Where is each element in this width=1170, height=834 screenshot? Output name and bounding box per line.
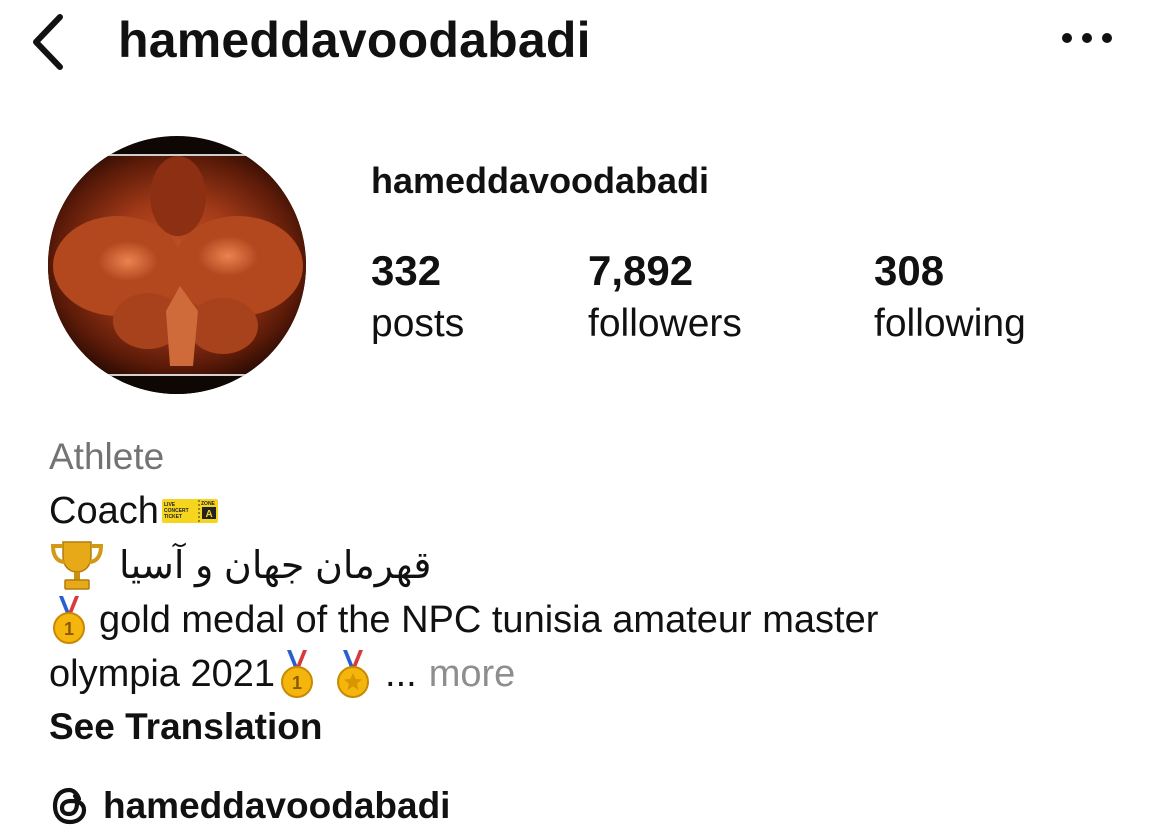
see-translation-button[interactable]: See Translation — [49, 700, 323, 754]
svg-text:1: 1 — [64, 619, 74, 639]
profile-category: Athlete — [49, 436, 165, 477]
posts-stat[interactable]: 332 posts — [371, 246, 464, 352]
ellipsis-icon — [1062, 33, 1112, 43]
following-label: following — [874, 302, 1026, 345]
threads-link[interactable]: hameddavoodabadi — [49, 778, 450, 834]
svg-text:1: 1 — [292, 673, 302, 693]
svg-text:A: A — [205, 509, 212, 520]
following-count: 308 — [874, 247, 945, 294]
followers-label: followers — [588, 302, 742, 345]
bio-line-champion: قهرمان جهان و آسیا — [49, 538, 431, 592]
bio-coach-text: Coach — [49, 490, 159, 532]
followers-stat[interactable]: 7,892 followers — [588, 246, 742, 352]
posts-count: 332 — [371, 247, 442, 294]
following-stat[interactable]: 308 following — [874, 246, 1026, 352]
threads-handle: hameddavoodabadi — [103, 785, 451, 826]
more-options-button[interactable] — [1058, 18, 1116, 58]
bio-champion-text: قهرمان جهان و آسیا — [119, 544, 432, 587]
chevron-left-icon — [33, 14, 63, 70]
bio-gold-medal-text: gold medal of the NPC tunisia amateur ma… — [99, 598, 879, 641]
bio-line-olympia: olympia 2021 1 ... more — [49, 646, 515, 702]
sports-medal-icon — [337, 650, 370, 698]
concert-ticket-icon: LIVE CONCERT TICKET ZONE A — [161, 499, 218, 523]
posts-label: posts — [371, 302, 465, 345]
bio-line-coach: Coach LIVE CONCERT TICKET ZONE A — [49, 488, 219, 534]
svg-text:ZONE: ZONE — [201, 501, 216, 507]
back-button[interactable] — [24, 10, 72, 74]
threads-icon — [52, 787, 87, 825]
profile-avatar[interactable] — [48, 136, 306, 394]
svg-text:TICKET: TICKET — [164, 514, 182, 520]
followers-count: 7,892 — [588, 247, 694, 294]
bio-olympia-text: olympia 2021 — [49, 652, 276, 695]
bio-ellipsis: ... — [385, 652, 417, 695]
first-place-medal-icon: 1 — [53, 596, 85, 644]
trophy-icon — [50, 541, 104, 590]
header-title: hameddavoodabadi — [118, 12, 591, 68]
bio-line-gold-medal: 1 gold medal of the NPC tunisia amateur … — [49, 592, 878, 648]
first-place-medal-icon: 1 — [281, 650, 314, 698]
more-link[interactable]: more — [429, 653, 516, 696]
profile-username: hameddavoodabadi — [371, 160, 710, 201]
